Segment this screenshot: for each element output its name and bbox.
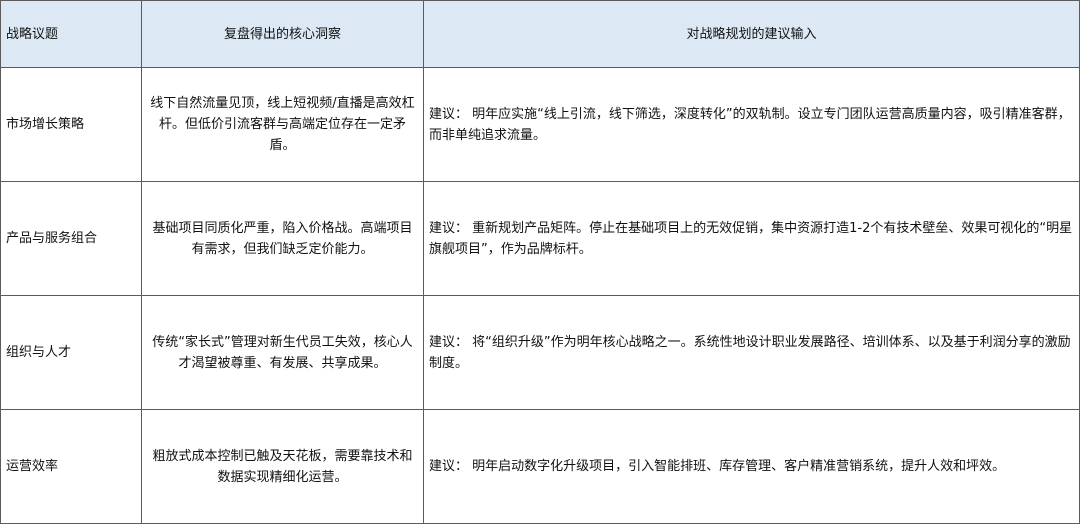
table-row: 产品与服务组合 基础项目同质化严重，陷入价格战。高端项目有需求，但我们缺乏定价能… [0,181,1080,296]
topic-cell: 组织与人才 [0,295,142,410]
table-body: 市场增长策略 线下自然流量见顶，线上短视频/直播是高效杠杆。但低价引流客群与高端… [0,67,1080,524]
table-row: 组织与人才 传统“家长式”管理对新生代员工失效，核心人才渴望被尊重、有发展、共享… [0,295,1080,410]
insight-cell: 粗放式成本控制已触及天花板，需要靠技术和数据实现精细化运营。 [141,409,424,524]
suggestion-cell: 建议： 重新规划产品矩阵。停止在基础项目上的无效促销，集中资源打造1-2个有技术… [423,181,1080,296]
header-row: 战略议题 复盘得出的核心洞察 对战略规划的建议输入 [0,0,1080,68]
topic-cell: 产品与服务组合 [0,181,142,296]
table-header: 战略议题 复盘得出的核心洞察 对战略规划的建议输入 [0,0,1080,68]
table-row: 市场增长策略 线下自然流量见顶，线上短视频/直播是高效杠杆。但低价引流客群与高端… [0,67,1080,182]
strategy-review-table: 战略议题 复盘得出的核心洞察 对战略规划的建议输入 市场增长策略 线下自然流量见… [0,0,1080,524]
header-topic: 战略议题 [0,0,142,68]
header-suggestion: 对战略规划的建议输入 [423,0,1080,68]
topic-cell: 市场增长策略 [0,67,142,182]
suggestion-cell: 建议： 明年启动数字化升级项目，引入智能排班、库存管理、客户精准营销系统，提升人… [423,409,1080,524]
insight-cell: 基础项目同质化严重，陷入价格战。高端项目有需求，但我们缺乏定价能力。 [141,181,424,296]
table-row: 运营效率 粗放式成本控制已触及天花板，需要靠技术和数据实现精细化运营。 建议： … [0,409,1080,524]
suggestion-cell: 建议： 明年应实施“线上引流，线下筛选，深度转化”的双轨制。设立专门团队运营高质… [423,67,1080,182]
insight-cell: 线下自然流量见顶，线上短视频/直播是高效杠杆。但低价引流客群与高端定位存在一定矛… [141,67,424,182]
header-insight: 复盘得出的核心洞察 [141,0,424,68]
insight-cell: 传统“家长式”管理对新生代员工失效，核心人才渴望被尊重、有发展、共享成果。 [141,295,424,410]
topic-cell: 运营效率 [0,409,142,524]
suggestion-cell: 建议： 将“组织升级”作为明年核心战略之一。系统性地设计职业发展路径、培训体系、… [423,295,1080,410]
